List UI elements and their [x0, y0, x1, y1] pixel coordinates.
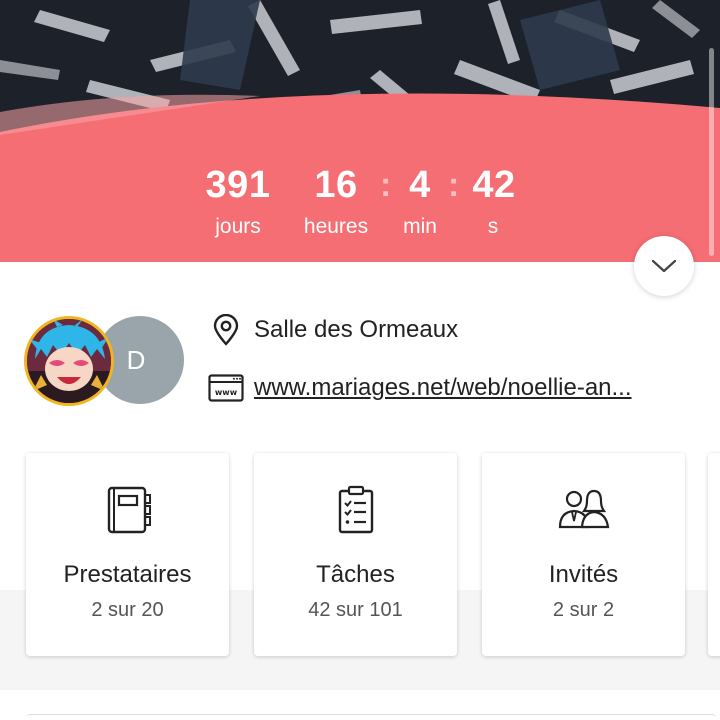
checklist-icon	[254, 485, 457, 539]
anime-character-avatar	[27, 319, 111, 403]
guests-icon	[482, 485, 685, 539]
hero-banner: 391 jours 16 heures : 4 min : 42 s	[0, 0, 720, 262]
partner-initial: D	[126, 344, 146, 375]
countdown-separator: :	[448, 166, 460, 204]
location-pin-icon	[208, 312, 244, 348]
card-progress: 42 sur 101	[308, 599, 403, 621]
countdown-seconds-value: 42	[472, 164, 516, 206]
next-section-partial	[26, 714, 716, 720]
website-link[interactable]: www.mariages.net/web/noellie-an...	[254, 374, 688, 402]
card-next-partial[interactable]	[708, 453, 720, 656]
wedding-countdown: 391 jours 16 heures : 4 min : 42 s	[0, 160, 720, 250]
card-invites[interactable]: Invités 2 sur 2	[482, 453, 685, 656]
expand-toggle-button[interactable]	[634, 236, 694, 296]
countdown-seconds-label: s	[487, 215, 499, 238]
card-prestataires[interactable]: Prestataires 2 sur 20	[26, 453, 229, 656]
countdown-days-label: jours	[215, 215, 261, 238]
countdown-hours-value: 16	[314, 164, 358, 206]
countdown-days-value: 391	[205, 164, 271, 206]
notebook-icon	[26, 485, 229, 539]
card-progress: 2 sur 20	[91, 599, 164, 621]
card-title: Prestataires	[63, 561, 192, 588]
card-title: Invités	[548, 561, 619, 588]
card-taches[interactable]: Tâches 42 sur 101	[254, 453, 457, 656]
countdown-minutes-value: 4	[409, 164, 431, 206]
user-avatar[interactable]	[24, 316, 114, 406]
www-icon: www	[208, 370, 244, 406]
venue-row[interactable]: Salle des Ormeaux	[208, 312, 458, 348]
card-title: Tâches	[316, 561, 395, 588]
website-row[interactable]: www www.mariages.net/web/noellie-an...	[208, 370, 688, 406]
countdown-hours-label: heures	[303, 215, 369, 238]
svg-text:www: www	[215, 388, 238, 397]
card-progress: 2 sur 2	[552, 599, 615, 621]
venue-name: Salle des Ormeaux	[254, 316, 459, 343]
countdown-minutes-label: min	[403, 215, 437, 238]
chevron-down-icon	[651, 259, 677, 273]
countdown-separator: :	[380, 166, 392, 204]
